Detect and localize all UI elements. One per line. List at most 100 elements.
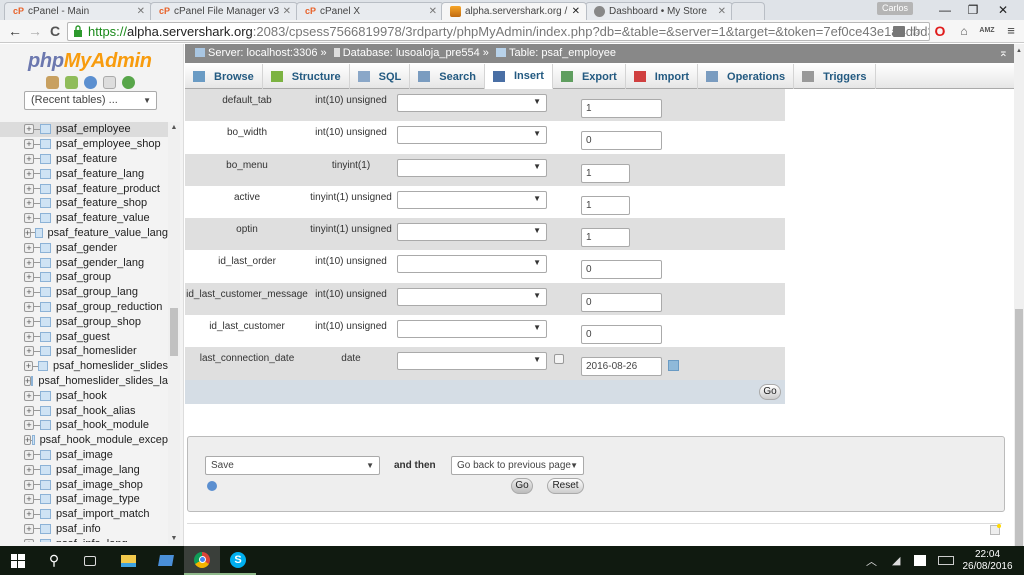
breadcrumb-server[interactable]: Server: localhost:3306 [208,47,317,59]
browser-tab-dashboard[interactable]: Dashboard • My Store ✕ [585,2,733,20]
function-select[interactable]: ▼ [397,320,547,339]
nav-table-item[interactable]: + psaf_info [0,522,168,537]
nav-table-item[interactable]: + psaf_image_type [0,492,168,507]
tab-import[interactable]: Import [626,64,699,89]
reset-button[interactable]: Reset [547,478,584,494]
nav-table-item[interactable]: + psaf_gender [0,240,168,255]
value-input[interactable]: 1 [581,195,630,215]
close-tab-icon[interactable]: ✕ [137,6,145,17]
tab-search[interactable]: Search [410,64,485,89]
nav-table-item[interactable]: + psaf_feature [0,152,168,167]
expand-icon[interactable]: + [24,449,34,460]
skype-taskbar-icon[interactable]: S [220,546,256,575]
expand-icon[interactable]: + [24,242,34,253]
show-hidden-icons[interactable]: ︿ [866,546,877,575]
value-input[interactable]: 0 [581,325,662,345]
expand-icon[interactable]: + [24,139,34,150]
nav-table-item[interactable]: + psaf_homeslider [0,344,168,359]
breadcrumb-table[interactable]: Table: psaf_employee [509,47,616,59]
nav-table-item[interactable]: + psaf_info_lang [0,536,168,542]
expand-icon[interactable]: + [24,509,34,520]
tab-export[interactable]: Export [553,64,626,89]
expand-icon[interactable]: + [24,168,34,179]
expand-icon[interactable]: + [24,153,34,164]
phpmyadmin-logo[interactable]: phpMyAdmin [28,50,152,73]
expand-icon[interactable]: + [24,538,34,542]
expand-icon[interactable]: + [24,405,34,416]
nav-table-item[interactable]: + psaf_guest [0,329,168,344]
scroll-up-icon[interactable]: ▲ [168,124,180,131]
browser-tab-file-manager[interactable]: cP cPanel File Manager v3 ✕ [150,2,298,20]
function-select[interactable]: ▼ [397,255,547,274]
go-button[interactable]: Go [759,383,781,400]
scroll-up-icon[interactable]: ▲ [1014,48,1024,54]
nav-table-item[interactable]: + psaf_image_lang [0,462,168,477]
nav-table-item[interactable]: + psaf_homeslider_slides_la [0,374,168,389]
logout-icon[interactable] [65,76,78,89]
function-select[interactable]: ▼ [397,190,547,209]
go-button[interactable]: Go [511,478,533,494]
scroll-down-icon[interactable]: ▼ [168,535,180,542]
after-insert-select[interactable]: Go back to previous page ▼ [451,456,584,475]
nav-table-item[interactable]: + psaf_hook [0,388,168,403]
minimize-button[interactable]: — [930,1,960,19]
keyboard-icon[interactable] [938,546,954,575]
browser-tab-phpmyadmin[interactable]: alpha.servershark.org / loc ✕ [441,2,587,20]
expand-icon[interactable]: + [24,464,34,475]
reload-button[interactable]: C [46,22,64,40]
recent-tables-select[interactable]: (Recent tables) ... ▼ [24,91,157,110]
value-input[interactable]: 1 [581,99,662,118]
close-tab-icon[interactable]: ✕ [718,6,726,17]
network-icon[interactable]: ◢ [892,546,900,575]
translate-icon[interactable] [893,26,905,37]
tree-scrollbar-thumb[interactable] [170,308,178,356]
help-icon[interactable] [207,481,217,491]
null-checkbox[interactable] [554,354,564,365]
expand-icon[interactable]: + [24,479,34,490]
value-input[interactable]: 0 [581,260,662,280]
opera-extension-icon[interactable]: O [931,23,949,39]
value-input[interactable]: 2016-08-26 [581,357,662,377]
restore-button[interactable]: ❐ [958,1,988,19]
home-icon[interactable]: ⌂ [955,23,973,39]
nav-table-item[interactable]: + psaf_image [0,448,168,463]
nav-table-item[interactable]: + psaf_feature_value_lang [0,226,168,241]
start-button[interactable] [0,546,36,575]
chrome-taskbar-icon[interactable] [184,546,220,575]
main-scrollbar-thumb[interactable] [1015,309,1023,546]
expand-icon[interactable]: + [24,420,34,431]
value-input[interactable]: 1 [581,163,630,183]
tab-sql[interactable]: SQL [350,64,411,89]
expand-icon[interactable]: + [24,316,34,327]
expand-icon[interactable]: + [24,257,34,268]
nav-table-item[interactable]: + psaf_hook_module_excep [0,433,168,448]
function-select[interactable]: ▼ [397,223,547,242]
reload-nav-icon[interactable] [122,76,135,89]
new-tab-button[interactable] [731,2,765,20]
close-tab-icon[interactable]: ✕ [572,6,580,17]
value-input[interactable]: 1 [581,228,630,248]
system-clock[interactable]: 22:04 26/08/2016 [955,549,1020,573]
tab-operations[interactable]: Operations [698,64,795,89]
expand-icon[interactable]: + [24,198,34,209]
nav-table-item[interactable]: + psaf_employee [0,122,168,137]
nav-table-item[interactable]: + psaf_image_shop [0,477,168,492]
collapse-top-icon[interactable]: ⌅ [999,44,1008,63]
console-icon[interactable] [990,524,1001,535]
breadcrumb-database[interactable]: Database: lusoaloja_pre554 [343,47,480,59]
expand-icon[interactable]: + [24,331,34,342]
nav-table-item[interactable]: + psaf_gender_lang [0,255,168,270]
expand-icon[interactable]: + [24,287,34,298]
expand-icon[interactable]: + [24,213,34,224]
forward-button[interactable]: → [26,22,44,40]
nav-table-item[interactable]: + psaf_group [0,270,168,285]
expand-icon[interactable]: + [24,346,34,357]
nav-table-item[interactable]: + psaf_feature_value [0,211,168,226]
expand-icon[interactable]: + [24,124,34,135]
tree-scrollbar[interactable]: ▲ ▼ [168,122,180,544]
bookmark-star-icon[interactable]: ☆ [908,23,924,39]
tab-triggers[interactable]: Triggers [794,64,876,89]
task-view-icon[interactable] [72,546,108,575]
expand-icon[interactable]: + [24,523,34,534]
expand-icon[interactable]: + [24,375,32,386]
